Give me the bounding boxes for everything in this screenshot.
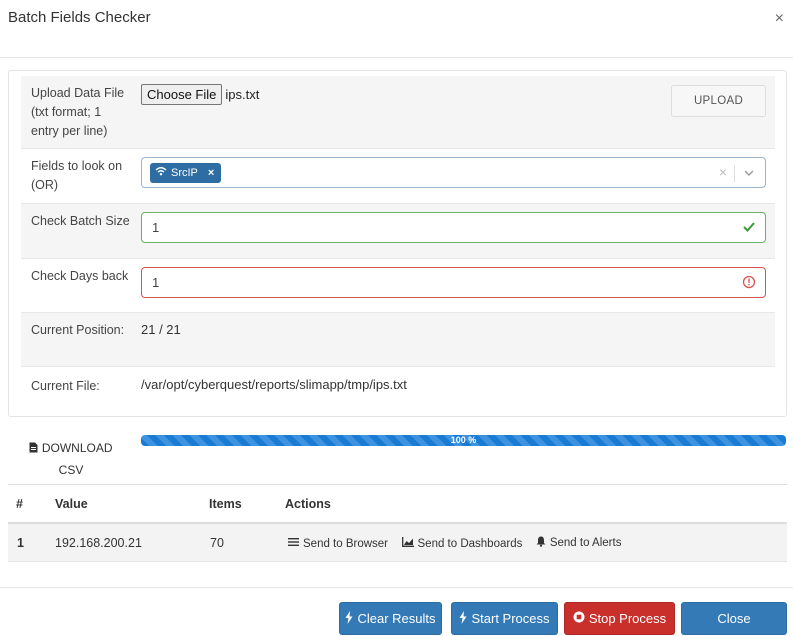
send-to-browser-action[interactable]: Send to Browser: [288, 537, 388, 550]
batch-size-value: 1: [152, 220, 160, 235]
file-picker: Choose File ips.txt: [141, 84, 259, 105]
wifi-icon: [155, 163, 167, 183]
days-back-row: Check Days back 1: [21, 259, 775, 313]
col-items: Items: [209, 497, 242, 511]
form-panel: Upload Data File (txt format; 1 entry pe…: [8, 70, 787, 417]
send-to-dashboards-label: Send to Dashboards: [417, 537, 523, 550]
position-row: Current Position: 21 / 21: [21, 313, 775, 367]
stop-process-button[interactable]: Stop Process: [564, 602, 675, 635]
upload-row: Upload Data File (txt format; 1 entry pe…: [21, 76, 775, 149]
current-file-row: Current File: /var/opt/cyberquest/report…: [21, 367, 775, 407]
download-csv-link[interactable]: DOWNLOAD CSV: [26, 437, 116, 481]
send-to-alerts-action[interactable]: Send to Alerts: [536, 536, 622, 550]
current-file-label: Current File:: [31, 379, 100, 393]
clear-results-label: Clear Results: [357, 611, 436, 626]
start-process-label: Start Process: [471, 611, 550, 626]
list-icon: [288, 537, 299, 550]
send-to-dashboards-action[interactable]: Send to Dashboards: [401, 537, 523, 550]
results-header: # Value Items Actions: [8, 485, 787, 524]
bolt-icon: [459, 610, 467, 627]
field-chip-srcip: SrcIP ×: [150, 163, 222, 183]
position-label: Current Position:: [31, 323, 125, 337]
days-back-input[interactable]: 1: [141, 267, 766, 298]
modal-header: Batch Fields Checker ×: [0, 0, 793, 58]
close-label: Close: [717, 611, 751, 626]
col-value: Value: [55, 497, 88, 511]
start-process-button[interactable]: Start Process: [451, 602, 558, 635]
select-divider: [734, 165, 735, 182]
days-back-label: Check Days back: [31, 269, 129, 283]
progress-bar: 100 %: [141, 435, 786, 446]
row-items: 70: [210, 536, 224, 550]
close-icon[interactable]: ×: [775, 10, 784, 28]
batch-size-input[interactable]: 1: [141, 212, 766, 243]
clear-selection-icon[interactable]: ×: [719, 164, 727, 180]
upload-button[interactable]: UPLOAD: [671, 85, 766, 117]
fields-label: Fields to look on (OR): [31, 159, 123, 192]
alert-circle-icon: [742, 275, 756, 292]
col-actions: Actions: [285, 497, 331, 511]
chevron-down-icon[interactable]: [743, 165, 755, 184]
modal-footer: Clear Results Start Process Stop Process…: [0, 587, 793, 636]
results-table: # Value Items Actions 1 192.168.200.21 7…: [8, 484, 787, 562]
row-index: 1: [17, 536, 24, 550]
batch-size-row: Check Batch Size 1: [21, 204, 775, 259]
clear-results-button[interactable]: Clear Results: [339, 602, 442, 635]
days-back-value: 1: [152, 275, 160, 290]
send-to-alerts-label: Send to Alerts: [549, 537, 622, 549]
file-icon: [29, 441, 41, 455]
modal-title: Batch Fields Checker: [8, 9, 151, 26]
stop-process-label: Stop Process: [588, 611, 667, 626]
send-to-browser-label: Send to Browser: [303, 537, 389, 550]
chip-remove-icon[interactable]: ×: [208, 163, 214, 183]
col-index: #: [16, 497, 23, 511]
chip-label: SrcIP: [171, 167, 198, 179]
close-button[interactable]: Close: [681, 602, 787, 635]
form-table: Upload Data File (txt format; 1 entry pe…: [21, 76, 775, 407]
progress-label: 100 %: [450, 435, 477, 445]
row-actions: Send to Browser Send to Dashboards Send …: [288, 536, 631, 550]
table-row: 1 192.168.200.21 70 Send to Browser Send…: [8, 524, 787, 562]
download-csv-label: DOWNLOAD CSV: [41, 441, 113, 477]
row-value: 192.168.200.21: [55, 536, 142, 550]
batch-size-label: Check Batch Size: [31, 214, 130, 228]
position-value: 21 / 21: [141, 322, 181, 337]
bolt-icon: [345, 610, 353, 627]
check-icon: [742, 220, 756, 237]
file-name: ips.txt: [225, 87, 260, 102]
bell-icon: [536, 536, 546, 550]
fields-select[interactable]: SrcIP × ×: [141, 157, 766, 188]
current-file-value: /var/opt/cyberquest/reports/slimapp/tmp/…: [141, 377, 407, 392]
fields-row: Fields to look on (OR) SrcIP × ×: [21, 149, 775, 204]
chart-icon: [401, 537, 414, 550]
upload-label: Upload Data File (txt format; 1 entry pe…: [31, 86, 125, 138]
stop-circle-icon: [573, 611, 585, 626]
choose-file-button[interactable]: Choose File: [141, 84, 223, 105]
